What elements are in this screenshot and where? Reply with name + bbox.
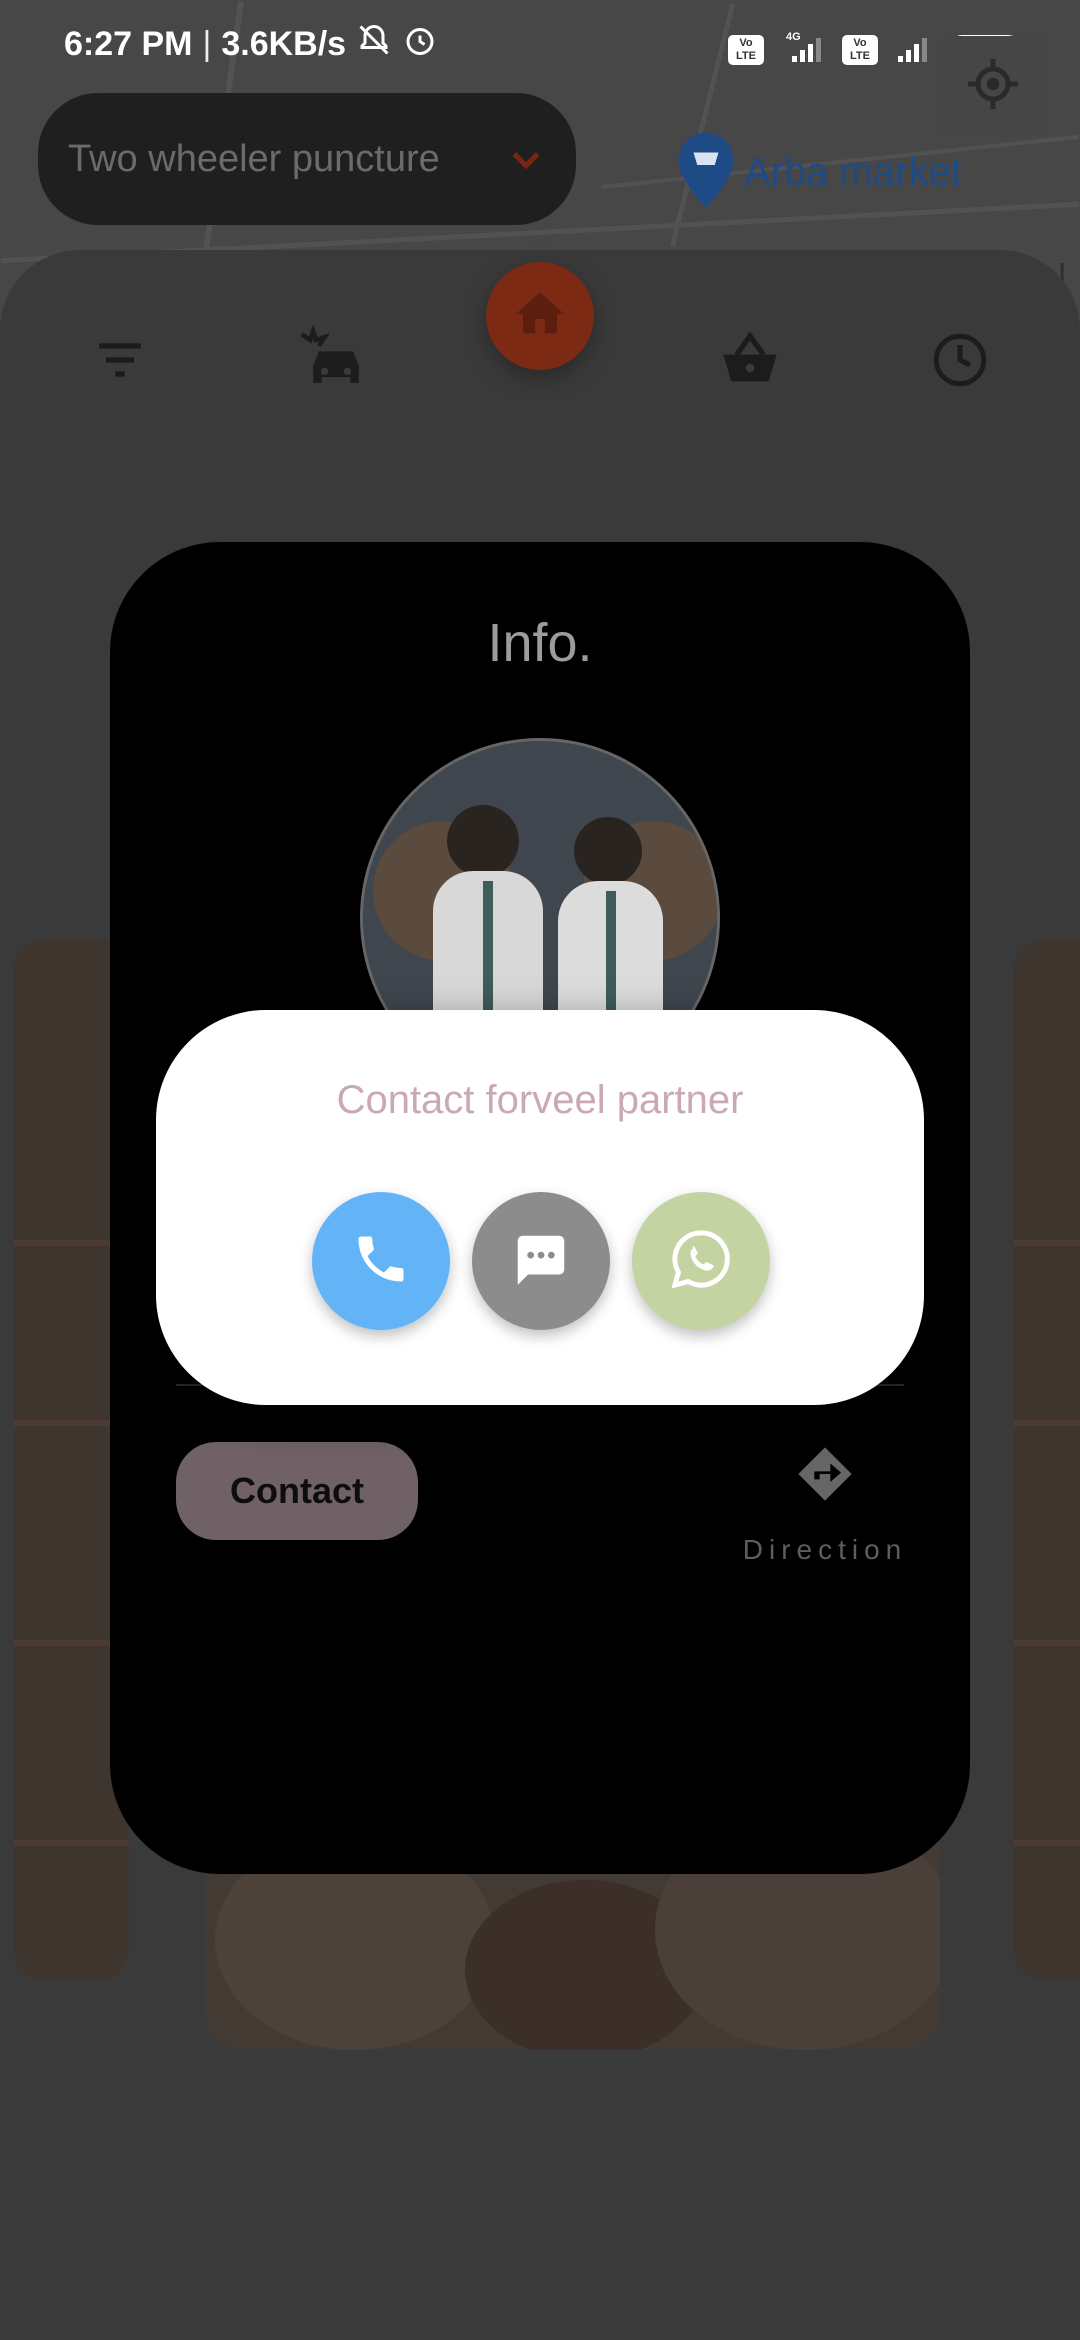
history-icon[interactable] xyxy=(920,320,1000,400)
signal-icon-2 xyxy=(892,30,936,69)
map-place-marker[interactable]: Arba market xyxy=(676,132,962,213)
whatsapp-icon xyxy=(668,1226,734,1297)
contact-button[interactable]: Contact xyxy=(176,1442,418,1540)
status-time: 6:27 PM xyxy=(64,25,193,63)
basket-icon[interactable] xyxy=(710,320,790,400)
cart-pin-icon xyxy=(676,132,736,213)
carousel-card-next[interactable] xyxy=(1014,940,1080,1980)
signal-icon: 4G xyxy=(778,30,828,69)
chevron-down-icon xyxy=(506,139,546,179)
status-bar: 6:27 PM | 3.6KB/s Vo LTE 4G Vo LTE 88 xyxy=(0,0,1080,95)
message-button[interactable] xyxy=(472,1192,610,1330)
directions-icon xyxy=(793,1442,857,1506)
whatsapp-button[interactable] xyxy=(632,1192,770,1330)
service-dropdown[interactable]: Two wheeler puncture xyxy=(38,93,576,225)
alarm-icon xyxy=(402,22,438,67)
contact-popup-title: Contact forveel partner xyxy=(336,1078,744,1122)
home-button[interactable] xyxy=(486,262,594,370)
contact-popup: Contact forveel partner xyxy=(156,1010,924,1405)
volte-badge-2: Vo LTE xyxy=(842,34,878,65)
call-button[interactable] xyxy=(312,1192,450,1330)
status-speed: 3.6KB/s xyxy=(221,25,347,63)
my-location-button[interactable] xyxy=(940,36,1046,136)
direction-button[interactable]: Direction xyxy=(730,1442,920,1566)
service-dropdown-value: Two wheeler puncture xyxy=(68,137,440,180)
place-label: Arba market xyxy=(744,150,962,194)
filter-icon[interactable] xyxy=(80,320,160,400)
direction-label: Direction xyxy=(742,1534,908,1565)
car-crash-icon[interactable] xyxy=(296,320,376,400)
info-title: Info. xyxy=(487,613,593,673)
crosshair-icon xyxy=(963,54,1023,119)
chat-icon xyxy=(510,1228,572,1295)
svg-text:4G: 4G xyxy=(786,31,801,43)
phone-icon xyxy=(351,1229,411,1294)
volte-badge: Vo LTE xyxy=(728,34,764,65)
home-icon xyxy=(511,285,569,348)
mute-icon xyxy=(356,22,392,67)
